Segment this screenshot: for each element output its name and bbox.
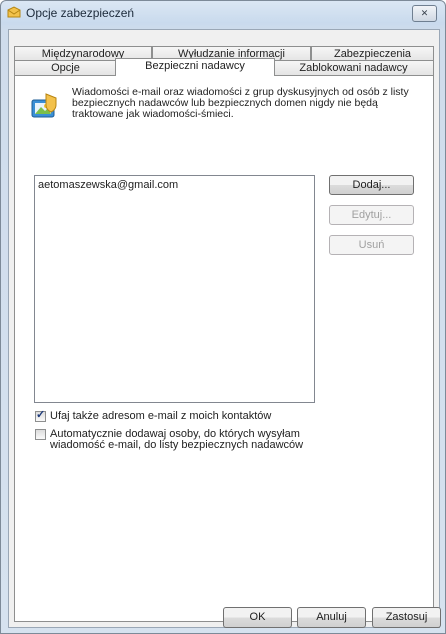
edit-button[interactable]: Edytuj... — [329, 205, 414, 225]
apply-button[interactable]: Zastosuj — [372, 607, 441, 628]
tab-panel-safe-senders: Wiadomości e-mail oraz wiadomości z grup… — [14, 75, 434, 622]
ok-button-label: OK — [249, 611, 266, 623]
tab-label: Bezpieczni nadawcy — [145, 60, 245, 72]
title-bar[interactable]: Opcje zabezpieczeń ✕ — [1, 1, 445, 25]
add-button-label: Dodaj... — [352, 179, 391, 191]
safe-senders-list[interactable]: aetomaszewska@gmail.com — [34, 175, 315, 403]
close-button[interactable]: ✕ — [412, 5, 437, 22]
dialog-window: Opcje zabezpieczeń ✕ Międzynarodowy Wyłu… — [0, 0, 446, 634]
safe-senders-icon — [31, 93, 57, 118]
app-icon — [7, 6, 21, 18]
tab-blocked-senders[interactable]: Zablokowani nadawcy — [273, 60, 434, 75]
trust-contacts-checkbox[interactable] — [35, 410, 46, 422]
tab-options[interactable]: Opcje — [14, 60, 117, 75]
info-description: Wiadomości e-mail oraz wiadomości z grup… — [72, 86, 409, 120]
ok-button[interactable]: OK — [223, 607, 292, 628]
cancel-button-label: Anuluj — [316, 611, 347, 623]
close-icon: ✕ — [420, 8, 429, 18]
tab-security[interactable]: Zabezpieczenia — [311, 46, 434, 61]
tab-label: Zablokowani nadawcy — [299, 62, 408, 74]
cancel-button[interactable]: Anuluj — [297, 607, 366, 628]
list-item[interactable]: aetomaszewska@gmail.com — [35, 176, 314, 194]
remove-button-label: Usuń — [358, 239, 385, 251]
apply-button-label: Zastosuj — [385, 611, 428, 623]
window-title: Opcje zabezpieczeń — [26, 6, 135, 20]
edit-button-label: Edytuj... — [351, 209, 392, 221]
add-button[interactable]: Dodaj... — [329, 175, 414, 195]
tab-label: Międzynarodowy — [41, 48, 125, 60]
tab-label: Opcje — [51, 62, 80, 74]
auto-add-checkbox[interactable] — [35, 429, 46, 440]
trust-contacts-label: Ufaj także adresom e-mail z moich kontak… — [50, 410, 272, 422]
remove-button[interactable]: Usuń — [329, 235, 414, 255]
auto-add-label-line2: wiadomość e-mail, do listy bezpiecznych … — [50, 439, 304, 451]
tab-label: Zabezpieczenia — [333, 48, 412, 60]
tab-safe-senders[interactable]: Bezpieczni nadawcy — [115, 58, 275, 76]
dialog-client: Międzynarodowy Wyłudzanie informacji Zab… — [8, 29, 440, 628]
